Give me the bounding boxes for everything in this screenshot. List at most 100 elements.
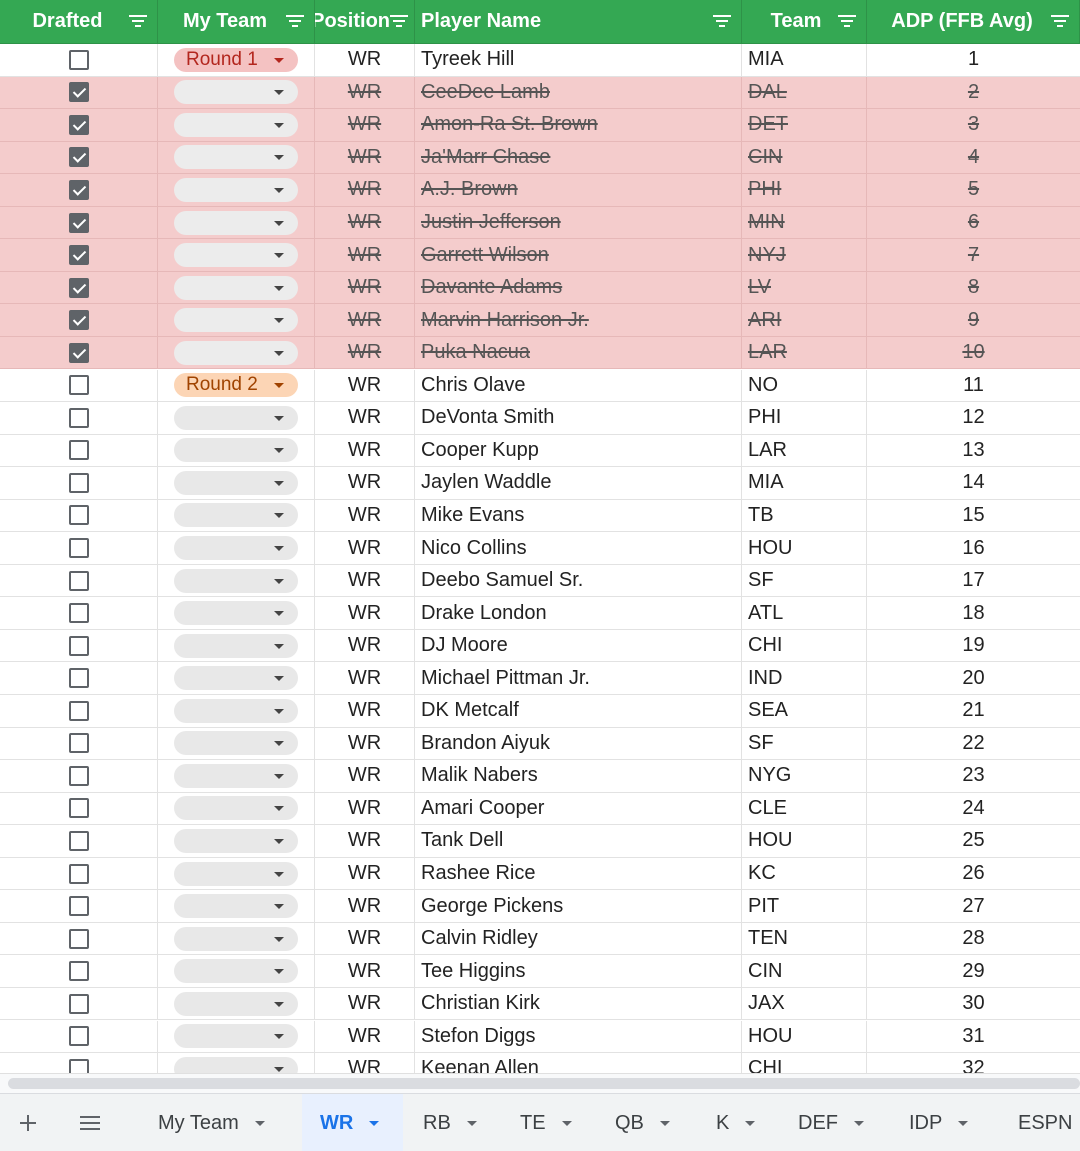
adp-cell[interactable]: 4	[867, 142, 1080, 175]
chevron-down-icon[interactable]	[466, 1120, 477, 1126]
adp-cell[interactable]: 22	[867, 728, 1080, 761]
drafted-checkbox[interactable]	[68, 668, 89, 689]
filter-icon[interactable]	[1051, 15, 1069, 28]
player-name-cell[interactable]: Christian Kirk	[415, 987, 742, 1021]
drafted-checkbox[interactable]	[68, 1058, 89, 1073]
player-name-cell[interactable]: George Pickens	[415, 890, 742, 923]
drafted-checkbox[interactable]	[68, 635, 89, 656]
team-cell[interactable]: NO	[742, 369, 867, 403]
position-cell[interactable]: WR	[315, 727, 415, 761]
team-cell[interactable]: CLE	[742, 792, 867, 826]
sheet-tab[interactable]: ESPN	[1018, 1094, 1072, 1151]
player-name-cell[interactable]: Brandon Aiyuk	[415, 727, 742, 761]
team-cell[interactable]: HOU	[742, 1020, 867, 1054]
round-dropdown[interactable]	[174, 210, 298, 235]
team-cell[interactable]: HOU	[742, 532, 867, 565]
position-cell[interactable]: WR	[315, 825, 415, 858]
round-dropdown[interactable]: Round 1	[174, 47, 298, 72]
player-name-cell[interactable]: DK Metcalf	[415, 695, 742, 728]
team-cell[interactable]: DET	[742, 109, 867, 142]
round-dropdown[interactable]	[174, 698, 298, 723]
team-cell[interactable]: MIA	[742, 44, 867, 77]
player-name-cell[interactable]: Chris Olave	[415, 369, 742, 403]
round-dropdown[interactable]	[174, 405, 298, 430]
chevron-down-icon[interactable]	[958, 1120, 969, 1126]
position-cell[interactable]: WR	[315, 532, 415, 565]
drafted-checkbox[interactable]	[68, 733, 89, 754]
drafted-checkbox[interactable]	[68, 342, 89, 363]
drafted-checkbox[interactable]	[68, 798, 89, 819]
sheet-tab[interactable]: My Team	[158, 1094, 265, 1151]
team-cell[interactable]: PHI	[742, 402, 867, 435]
adp-cell[interactable]: 23	[867, 760, 1080, 793]
round-dropdown[interactable]	[174, 796, 298, 821]
drafted-checkbox[interactable]	[68, 472, 89, 493]
column-header-team[interactable]: Team	[742, 0, 867, 44]
drafted-checkbox[interactable]	[68, 830, 89, 851]
filter-icon[interactable]	[838, 15, 856, 28]
drafted-checkbox[interactable]	[68, 570, 89, 591]
drafted-checkbox[interactable]	[68, 1026, 89, 1047]
drafted-checkbox[interactable]	[68, 245, 89, 266]
team-cell[interactable]: TEN	[742, 922, 867, 956]
filter-icon[interactable]	[286, 15, 304, 28]
player-name-cell[interactable]: Tank Dell	[415, 825, 742, 858]
position-cell[interactable]: WR	[315, 857, 415, 891]
team-cell[interactable]: MIN	[742, 206, 867, 240]
position-cell[interactable]: WR	[315, 499, 415, 533]
team-cell[interactable]: ARI	[742, 304, 867, 337]
round-dropdown[interactable]	[174, 763, 298, 788]
team-cell[interactable]: SF	[742, 564, 867, 598]
team-cell[interactable]: PIT	[742, 890, 867, 923]
position-cell[interactable]: WR	[315, 564, 415, 598]
position-cell[interactable]: WR	[315, 1020, 415, 1054]
team-cell[interactable]: IND	[742, 662, 867, 695]
drafted-checkbox[interactable]	[68, 538, 89, 559]
adp-cell[interactable]: 3	[867, 109, 1080, 142]
drafted-checkbox[interactable]	[68, 82, 89, 103]
drafted-checkbox[interactable]	[68, 375, 89, 396]
drafted-checkbox[interactable]	[68, 863, 89, 884]
round-dropdown[interactable]	[174, 991, 298, 1016]
team-cell[interactable]: ATL	[742, 597, 867, 630]
round-dropdown[interactable]	[174, 568, 298, 593]
team-cell[interactable]: LV	[742, 271, 867, 305]
filter-icon[interactable]	[129, 15, 147, 28]
position-cell[interactable]: WR	[315, 792, 415, 826]
player-name-cell[interactable]: Marvin Harrison Jr.	[415, 304, 742, 337]
team-cell[interactable]: CHI	[742, 1053, 867, 1073]
adp-cell[interactable]: 29	[867, 955, 1080, 988]
position-cell[interactable]: WR	[315, 760, 415, 793]
team-cell[interactable]: LAR	[742, 336, 867, 370]
player-name-cell[interactable]: Malik Nabers	[415, 760, 742, 793]
round-dropdown[interactable]	[174, 536, 298, 561]
position-cell[interactable]: WR	[315, 1053, 415, 1073]
player-name-cell[interactable]: CeeDee Lamb	[415, 76, 742, 110]
adp-cell[interactable]: 31	[867, 1021, 1080, 1054]
adp-cell[interactable]: 6	[867, 207, 1080, 240]
player-name-cell[interactable]: Mike Evans	[415, 499, 742, 533]
position-cell[interactable]: WR	[315, 336, 415, 370]
player-name-cell[interactable]: Garrett Wilson	[415, 239, 742, 272]
chevron-down-icon[interactable]	[254, 1120, 265, 1126]
drafted-checkbox[interactable]	[68, 961, 89, 982]
position-cell[interactable]: WR	[315, 629, 415, 663]
position-cell[interactable]: WR	[315, 890, 415, 923]
drafted-checkbox[interactable]	[68, 147, 89, 168]
drafted-checkbox[interactable]	[68, 928, 89, 949]
position-cell[interactable]: WR	[315, 206, 415, 240]
round-dropdown[interactable]	[174, 894, 298, 919]
round-dropdown[interactable]	[174, 145, 298, 170]
column-header-my-team[interactable]: My Team	[158, 0, 315, 44]
sheet-tab[interactable]: WR	[302, 1094, 403, 1151]
adp-cell[interactable]: 14	[867, 467, 1080, 500]
adp-cell[interactable]: 30	[867, 988, 1080, 1021]
player-name-cell[interactable]: Jaylen Waddle	[415, 467, 742, 500]
team-cell[interactable]: PHI	[742, 174, 867, 207]
adp-cell[interactable]: 28	[867, 923, 1080, 956]
position-cell[interactable]: WR	[315, 434, 415, 468]
adp-cell[interactable]: 18	[867, 597, 1080, 630]
player-name-cell[interactable]: Amon-Ra St. Brown	[415, 109, 742, 142]
position-cell[interactable]: WR	[315, 922, 415, 956]
round-dropdown[interactable]	[174, 828, 298, 853]
